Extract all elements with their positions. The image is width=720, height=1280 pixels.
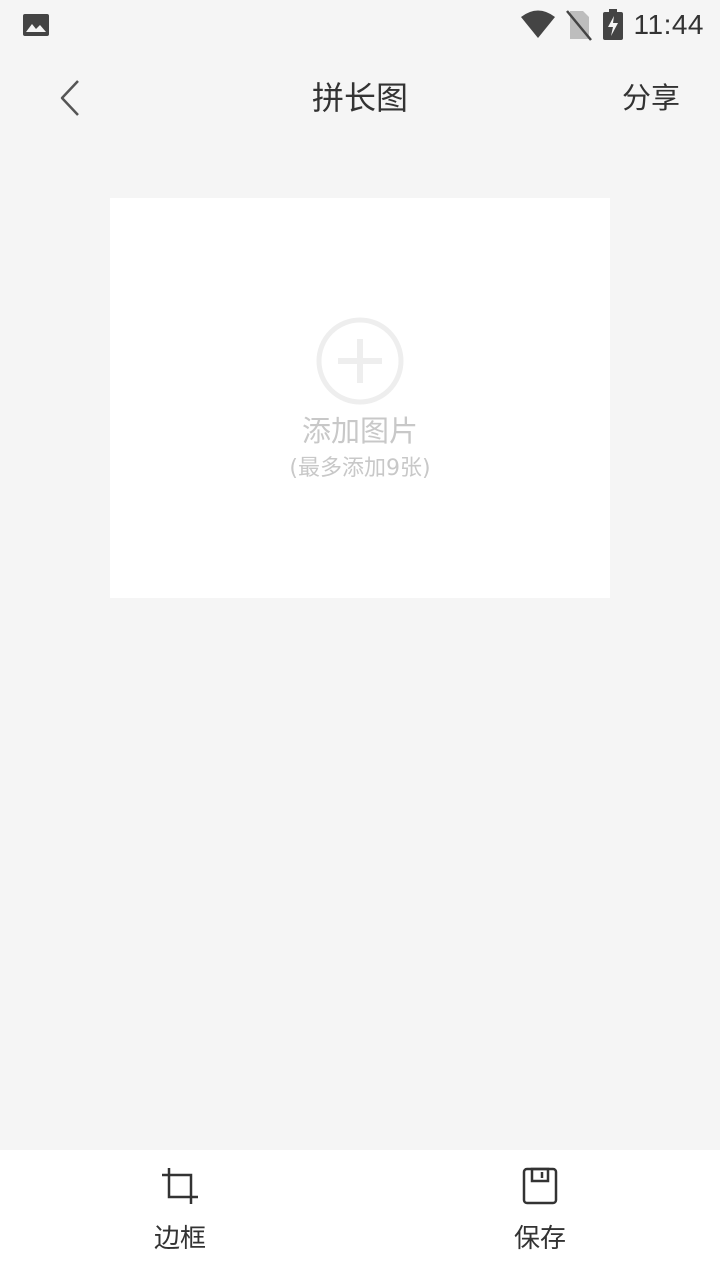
status-right-group: 11:44 [520,6,705,44]
app-header: 拼长图 分享 [0,50,720,146]
status-bar: 11:44 [0,0,720,50]
border-button[interactable]: 边框 [80,1150,280,1280]
add-image-hint: (最多添加9张) [289,456,431,481]
save-button[interactable]: 保存 [440,1150,640,1280]
chevron-left-icon [60,80,79,116]
share-button[interactable]: 分享 [622,50,680,146]
page-title: 拼长图 [311,79,408,117]
battery-charging-icon [602,9,623,40]
save-label: 保存 [513,1224,566,1254]
plus-circle-icon [316,317,404,405]
image-icon [23,14,49,36]
add-image-label: 添加图片 [301,414,418,448]
save-icon [522,1167,558,1205]
back-button[interactable] [40,68,100,128]
crop-icon [162,1168,198,1204]
no-sim-icon [565,10,592,41]
status-time: 11:44 [633,9,704,40]
bottom-toolbar: 边框 保存 [0,1150,720,1280]
wifi-icon [520,10,555,38]
border-label: 边框 [153,1224,206,1254]
add-image-area[interactable]: 添加图片 (最多添加9张) [110,198,610,598]
